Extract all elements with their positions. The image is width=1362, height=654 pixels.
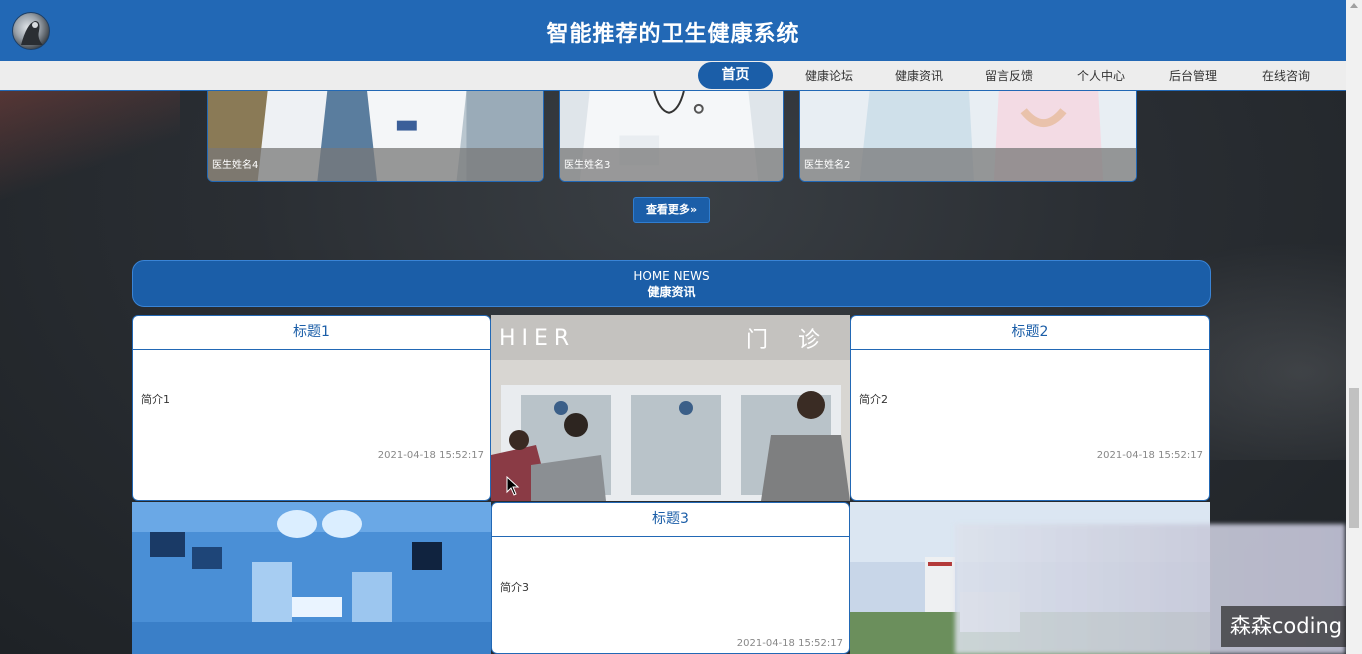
news-intro: 简介3 [500, 581, 529, 594]
news-date: 2021-04-18 15:52:17 [736, 638, 843, 649]
news-image[interactable] [132, 502, 491, 654]
nav-item-health-forum[interactable]: 健康论坛 [792, 61, 866, 91]
mouse-cursor-icon [506, 476, 520, 496]
svg-text:门诊: 门诊 [746, 328, 850, 353]
doctor-name-bar [800, 148, 1136, 181]
page-scrollbar[interactable] [1346, 0, 1362, 654]
news-title[interactable]: 标题3 [492, 503, 849, 537]
nav-item-feedback[interactable]: 留言反馈 [972, 61, 1046, 91]
background-decoration [0, 90, 180, 210]
watermark: 森森coding [1221, 606, 1351, 647]
nav-item-online-consult[interactable]: 在线咨询 [1249, 61, 1323, 91]
news-intro: 简介1 [141, 393, 170, 406]
scrollbar-thumb[interactable] [1349, 388, 1359, 528]
doctor-name: 医生姓名2 [804, 160, 851, 171]
doctor-name: 医生姓名3 [564, 160, 611, 171]
news-title[interactable]: 标题2 [851, 316, 1209, 350]
site-title: 智能推荐的卫生健康系统 [546, 22, 800, 47]
doctor-card[interactable]: 医生姓名3 [559, 91, 784, 182]
news-section-header: HOME NEWS 健康资讯 [132, 260, 1211, 307]
doctor-card[interactable]: 医生姓名4 [207, 91, 544, 182]
news-card[interactable]: 标题2 简介2 2021-04-18 15:52:17 [850, 315, 1210, 501]
doctor-name: 医生姓名4 [212, 160, 259, 171]
section-title-zh: 健康资讯 [647, 285, 696, 299]
news-intro: 简介2 [859, 393, 888, 406]
nav-item-admin[interactable]: 后台管理 [1156, 61, 1230, 91]
nav-item-home[interactable]: 首页 [698, 62, 773, 89]
site-header: 智能推荐的卫生健康系统 [0, 0, 1346, 61]
view-more-label: 查看更多 [645, 203, 690, 216]
main-navigation: 首页 健康论坛 健康资讯 留言反馈 个人中心 后台管理 在线咨询 [0, 61, 1346, 91]
news-card[interactable]: 标题3 简介3 2021-04-18 15:52:17 [491, 502, 850, 654]
nav-item-personal-center[interactable]: 个人中心 [1064, 61, 1138, 91]
scroll-up-arrow-icon[interactable] [1350, 3, 1358, 8]
news-image[interactable]: HIER 门诊 [491, 315, 850, 501]
section-title-en: HOME NEWS [633, 269, 710, 283]
double-chevron-right-icon: » [689, 203, 698, 216]
doctor-card[interactable]: 医生姓名2 [799, 91, 1137, 182]
news-date: 2021-04-18 15:52:17 [1096, 450, 1203, 461]
nav-item-health-news[interactable]: 健康资讯 [882, 61, 956, 91]
news-title[interactable]: 标题1 [133, 316, 490, 350]
view-more-button[interactable]: 查看更多» [633, 197, 710, 223]
svg-text:HIER: HIER [499, 326, 575, 351]
news-date: 2021-04-18 15:52:17 [377, 450, 484, 461]
news-card[interactable]: 标题1 简介1 2021-04-18 15:52:17 [132, 315, 491, 501]
